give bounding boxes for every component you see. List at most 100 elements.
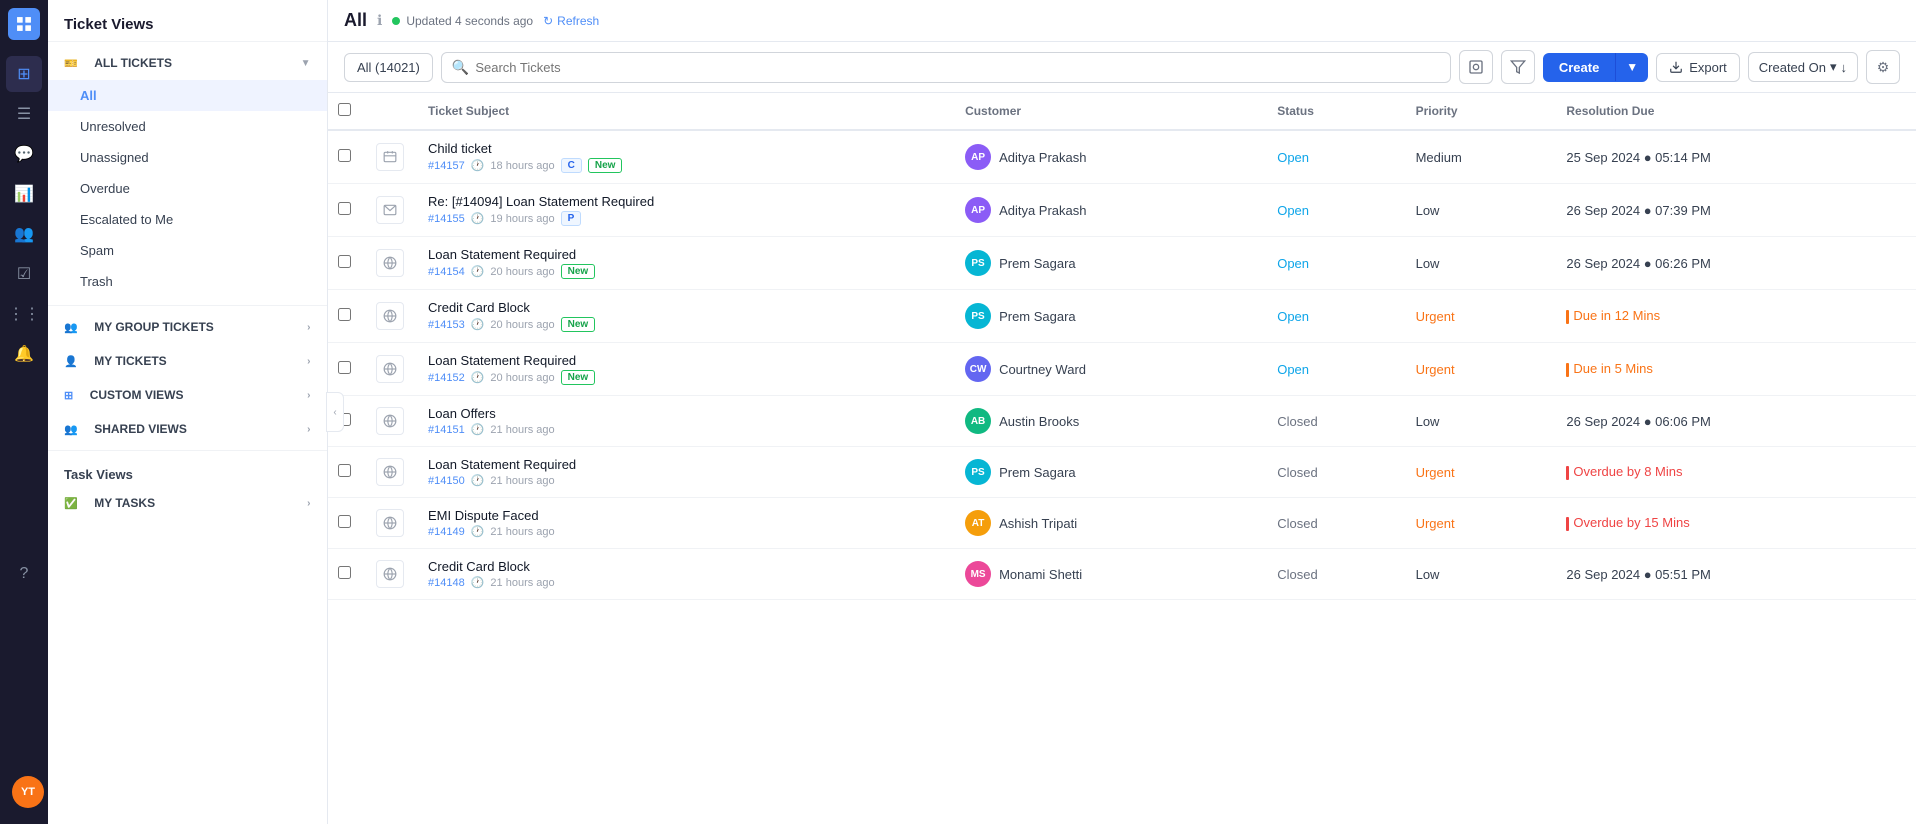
table-row[interactable]: Credit Card Block #14148 🕐 21 hours ago …: [328, 549, 1916, 600]
ticket-subject-cell: EMI Dispute Faced #14149 🕐 21 hours ago: [416, 498, 953, 549]
row-checkbox-cell: [328, 184, 364, 237]
info-icon[interactable]: ℹ: [377, 12, 382, 29]
customer-name: Ashish Tripati: [999, 516, 1077, 531]
row-checkbox[interactable]: [338, 566, 351, 579]
priority-text: Low: [1416, 203, 1440, 218]
row-checkbox[interactable]: [338, 515, 351, 528]
header-status[interactable]: Status: [1265, 93, 1403, 130]
sort-chevron-icon: ▾: [1830, 59, 1837, 75]
my-tasks-header[interactable]: ✅ MY TASKS ›: [48, 486, 327, 520]
sidebar-item-unassigned[interactable]: Unassigned: [48, 142, 327, 173]
refresh-button[interactable]: ↻ Refresh: [543, 14, 599, 28]
table-row[interactable]: Re: [#14094] Loan Statement Required #14…: [328, 184, 1916, 237]
table-settings-button[interactable]: ⚙: [1866, 50, 1900, 84]
search-box: 🔍: [441, 52, 1451, 83]
sidebar-item-trash[interactable]: Trash: [48, 266, 327, 297]
customer-info: MS Monami Shetti: [965, 561, 1253, 587]
clock-icon: 🕐: [471, 371, 485, 384]
badge-label: C: [561, 158, 582, 173]
my-tasks-label: MY TASKS: [94, 496, 155, 510]
my-group-tickets-header[interactable]: 👥 MY GROUP TICKETS ›: [48, 310, 327, 344]
task-views-label: Task Views: [48, 455, 327, 486]
resolution-text: Overdue by 8 Mins: [1566, 464, 1682, 479]
all-tickets-section: 🎫 ALL TICKETS ▼ All Unresolved Unassigne…: [48, 42, 327, 301]
nav-icon-apps[interactable]: ⋮⋮: [6, 296, 42, 332]
ticket-subject-cell: Credit Card Block #14153 🕐 20 hours ago …: [416, 290, 953, 343]
filter-button[interactable]: [1501, 50, 1535, 84]
nav-icon-notifications[interactable]: 🔔: [6, 336, 42, 372]
ticket-meta: #14151 🕐 21 hours ago: [428, 423, 941, 436]
ticket-status-cell: Closed: [1265, 396, 1403, 447]
sidebar-item-escalated[interactable]: Escalated to Me: [48, 204, 327, 235]
status-text: Open: [1277, 203, 1309, 218]
table-row[interactable]: Loan Statement Required #14150 🕐 21 hour…: [328, 447, 1916, 498]
ticket-priority-cell: Urgent: [1404, 447, 1555, 498]
header-icon-col: [364, 93, 416, 130]
nav-icon-help[interactable]: ?: [6, 556, 42, 592]
create-dropdown-button[interactable]: ▼: [1615, 53, 1648, 81]
header-subject[interactable]: Ticket Subject: [416, 93, 953, 130]
table-row[interactable]: Credit Card Block #14153 🕐 20 hours ago …: [328, 290, 1916, 343]
table-row[interactable]: EMI Dispute Faced #14149 🕐 21 hours ago …: [328, 498, 1916, 549]
status-text: Updated 4 seconds ago: [406, 14, 533, 28]
app-logo[interactable]: [8, 8, 40, 40]
ticket-time: 20 hours ago: [490, 372, 554, 384]
header-customer[interactable]: Customer: [953, 93, 1265, 130]
ticket-type-icon: [376, 249, 404, 277]
my-tickets-header[interactable]: 👤 MY TICKETS ›: [48, 344, 327, 378]
ticket-time: 20 hours ago: [490, 266, 554, 278]
sidebar-item-unresolved[interactable]: Unresolved: [48, 111, 327, 142]
row-checkbox[interactable]: [338, 464, 351, 477]
table-row[interactable]: Child ticket #14157 🕐 18 hours ago CNew …: [328, 130, 1916, 184]
sidebar-toggle[interactable]: ‹: [326, 392, 344, 432]
create-button[interactable]: Create: [1543, 53, 1615, 82]
table-row[interactable]: Loan Statement Required #14154 🕐 20 hour…: [328, 237, 1916, 290]
view-title: All: [344, 10, 367, 31]
ticket-meta: #14153 🕐 20 hours ago New: [428, 317, 941, 332]
my-tickets-chevron: ›: [307, 356, 311, 367]
header-priority[interactable]: Priority: [1404, 93, 1555, 130]
nav-icon-tickets[interactable]: ☰: [6, 96, 42, 132]
ticket-customer-cell: PS Prem Sagara: [953, 290, 1265, 343]
row-checkbox[interactable]: [338, 202, 351, 215]
screenshot-button[interactable]: [1459, 50, 1493, 84]
row-checkbox[interactable]: [338, 361, 351, 374]
export-button[interactable]: Export: [1656, 53, 1740, 82]
row-checkbox[interactable]: [338, 255, 351, 268]
row-checkbox[interactable]: [338, 308, 351, 321]
tickets-list: Ticket Subject Customer Status Priority …: [328, 93, 1916, 600]
ticket-status-cell: Closed: [1265, 498, 1403, 549]
ticket-meta: #14155 🕐 19 hours ago P: [428, 211, 941, 226]
table-row[interactable]: Loan Offers #14151 🕐 21 hours ago AB Aus…: [328, 396, 1916, 447]
resolution-text: Overdue by 15 Mins: [1566, 515, 1689, 530]
custom-views-header[interactable]: ⊞ CUSTOM VIEWS ›: [48, 378, 327, 412]
status-indicator: Updated 4 seconds ago: [392, 14, 533, 28]
sidebar-item-spam[interactable]: Spam: [48, 235, 327, 266]
nav-icon-home[interactable]: ⊞: [6, 56, 42, 92]
header-resolution[interactable]: Resolution Due: [1554, 93, 1916, 130]
all-tickets-header[interactable]: 🎫 ALL TICKETS ▼: [48, 46, 327, 80]
select-all-checkbox[interactable]: [338, 103, 351, 116]
nav-icon-analytics[interactable]: 📊: [6, 176, 42, 212]
ticket-customer-cell: PS Prem Sagara: [953, 237, 1265, 290]
customer-name: Aditya Prakash: [999, 150, 1086, 165]
all-count-button[interactable]: All (14021): [344, 53, 433, 82]
status-text: Closed: [1277, 567, 1317, 582]
nav-icon-contacts[interactable]: 👥: [6, 216, 42, 252]
nav-icon-tasks[interactable]: ☑: [6, 256, 42, 292]
nav-icon-chat[interactable]: 💬: [6, 136, 42, 172]
sidebar-item-overdue[interactable]: Overdue: [48, 173, 327, 204]
search-input[interactable]: [475, 60, 1440, 75]
sort-button[interactable]: Created On ▾ ↓: [1748, 52, 1858, 82]
ticket-resolution-cell: 26 Sep 2024 ● 05:51 PM: [1554, 549, 1916, 600]
row-checkbox[interactable]: [338, 149, 351, 162]
sidebar-item-all[interactable]: All: [48, 80, 327, 111]
resolution-text: 26 Sep 2024 ● 06:06 PM: [1566, 414, 1710, 429]
ticket-meta: #14154 🕐 20 hours ago New: [428, 264, 941, 279]
user-avatar[interactable]: YT: [12, 776, 44, 808]
row-checkbox-cell: [328, 290, 364, 343]
divider-2: [48, 450, 327, 451]
shared-views-header[interactable]: 👥 SHARED VIEWS ›: [48, 412, 327, 446]
table-row[interactable]: Loan Statement Required #14152 🕐 20 hour…: [328, 343, 1916, 396]
ticket-customer-cell: MS Monami Shetti: [953, 549, 1265, 600]
